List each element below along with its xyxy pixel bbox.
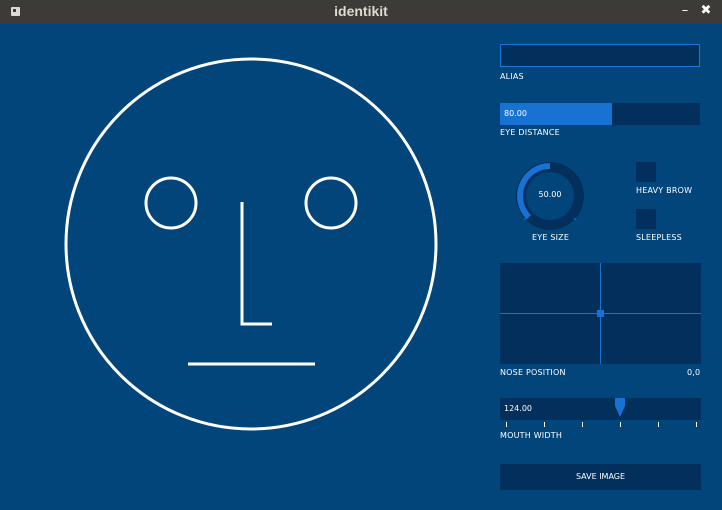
eye-size-label: EYE SIZE — [532, 233, 570, 242]
sleepless-label: SLEEPLESS — [636, 233, 682, 242]
save-image-button[interactable]: SAVE IMAGE — [500, 464, 701, 490]
face-canvas — [64, 57, 438, 431]
mouth-width-tick — [620, 422, 621, 427]
eye-distance-slider[interactable]: 80.00 — [500, 103, 700, 125]
eye-size-value: 50.00 — [538, 190, 562, 199]
mouth-width-tick — [658, 422, 659, 427]
nose — [240, 202, 272, 326]
mouth-width-handle-shape — [615, 398, 625, 417]
mouth-width-tick — [544, 422, 545, 427]
mouth-width-slider[interactable]: 124.00 — [500, 398, 701, 420]
nose-position-pad[interactable] — [500, 263, 701, 364]
mouth-width-label: MOUTH WIDTH — [500, 431, 563, 440]
window-title: identikit — [334, 3, 388, 19]
title-bar: identikit – ✖ — [0, 0, 722, 24]
right-eye — [304, 176, 358, 230]
mouth-width-tick — [696, 422, 697, 427]
alias-field[interactable] — [500, 44, 700, 67]
mouth-width-handle[interactable] — [614, 398, 626, 418]
alias-label: ALIAS — [500, 72, 524, 81]
mouth-width-tick — [506, 422, 507, 427]
mouth-width-value: 124.00 — [504, 404, 532, 413]
heavy-brow-label: HEAVY BROW — [636, 186, 693, 195]
eye-distance-value: 80.00 — [504, 109, 527, 118]
nose-position-value: 0,0 — [687, 368, 701, 377]
eye-distance-label: EYE DISTANCE — [500, 128, 560, 137]
left-eye — [144, 176, 198, 230]
face-outline — [64, 57, 438, 431]
pad-handle[interactable] — [597, 310, 604, 317]
nose-position-label: NOSE POSITION — [500, 368, 566, 377]
heavy-brow-toggle[interactable] — [636, 162, 656, 182]
mouth-width-tick — [582, 422, 583, 427]
sleepless-toggle[interactable] — [636, 209, 656, 229]
minimize-button[interactable]: – — [677, 3, 693, 19]
close-button[interactable]: ✖ — [698, 3, 714, 19]
